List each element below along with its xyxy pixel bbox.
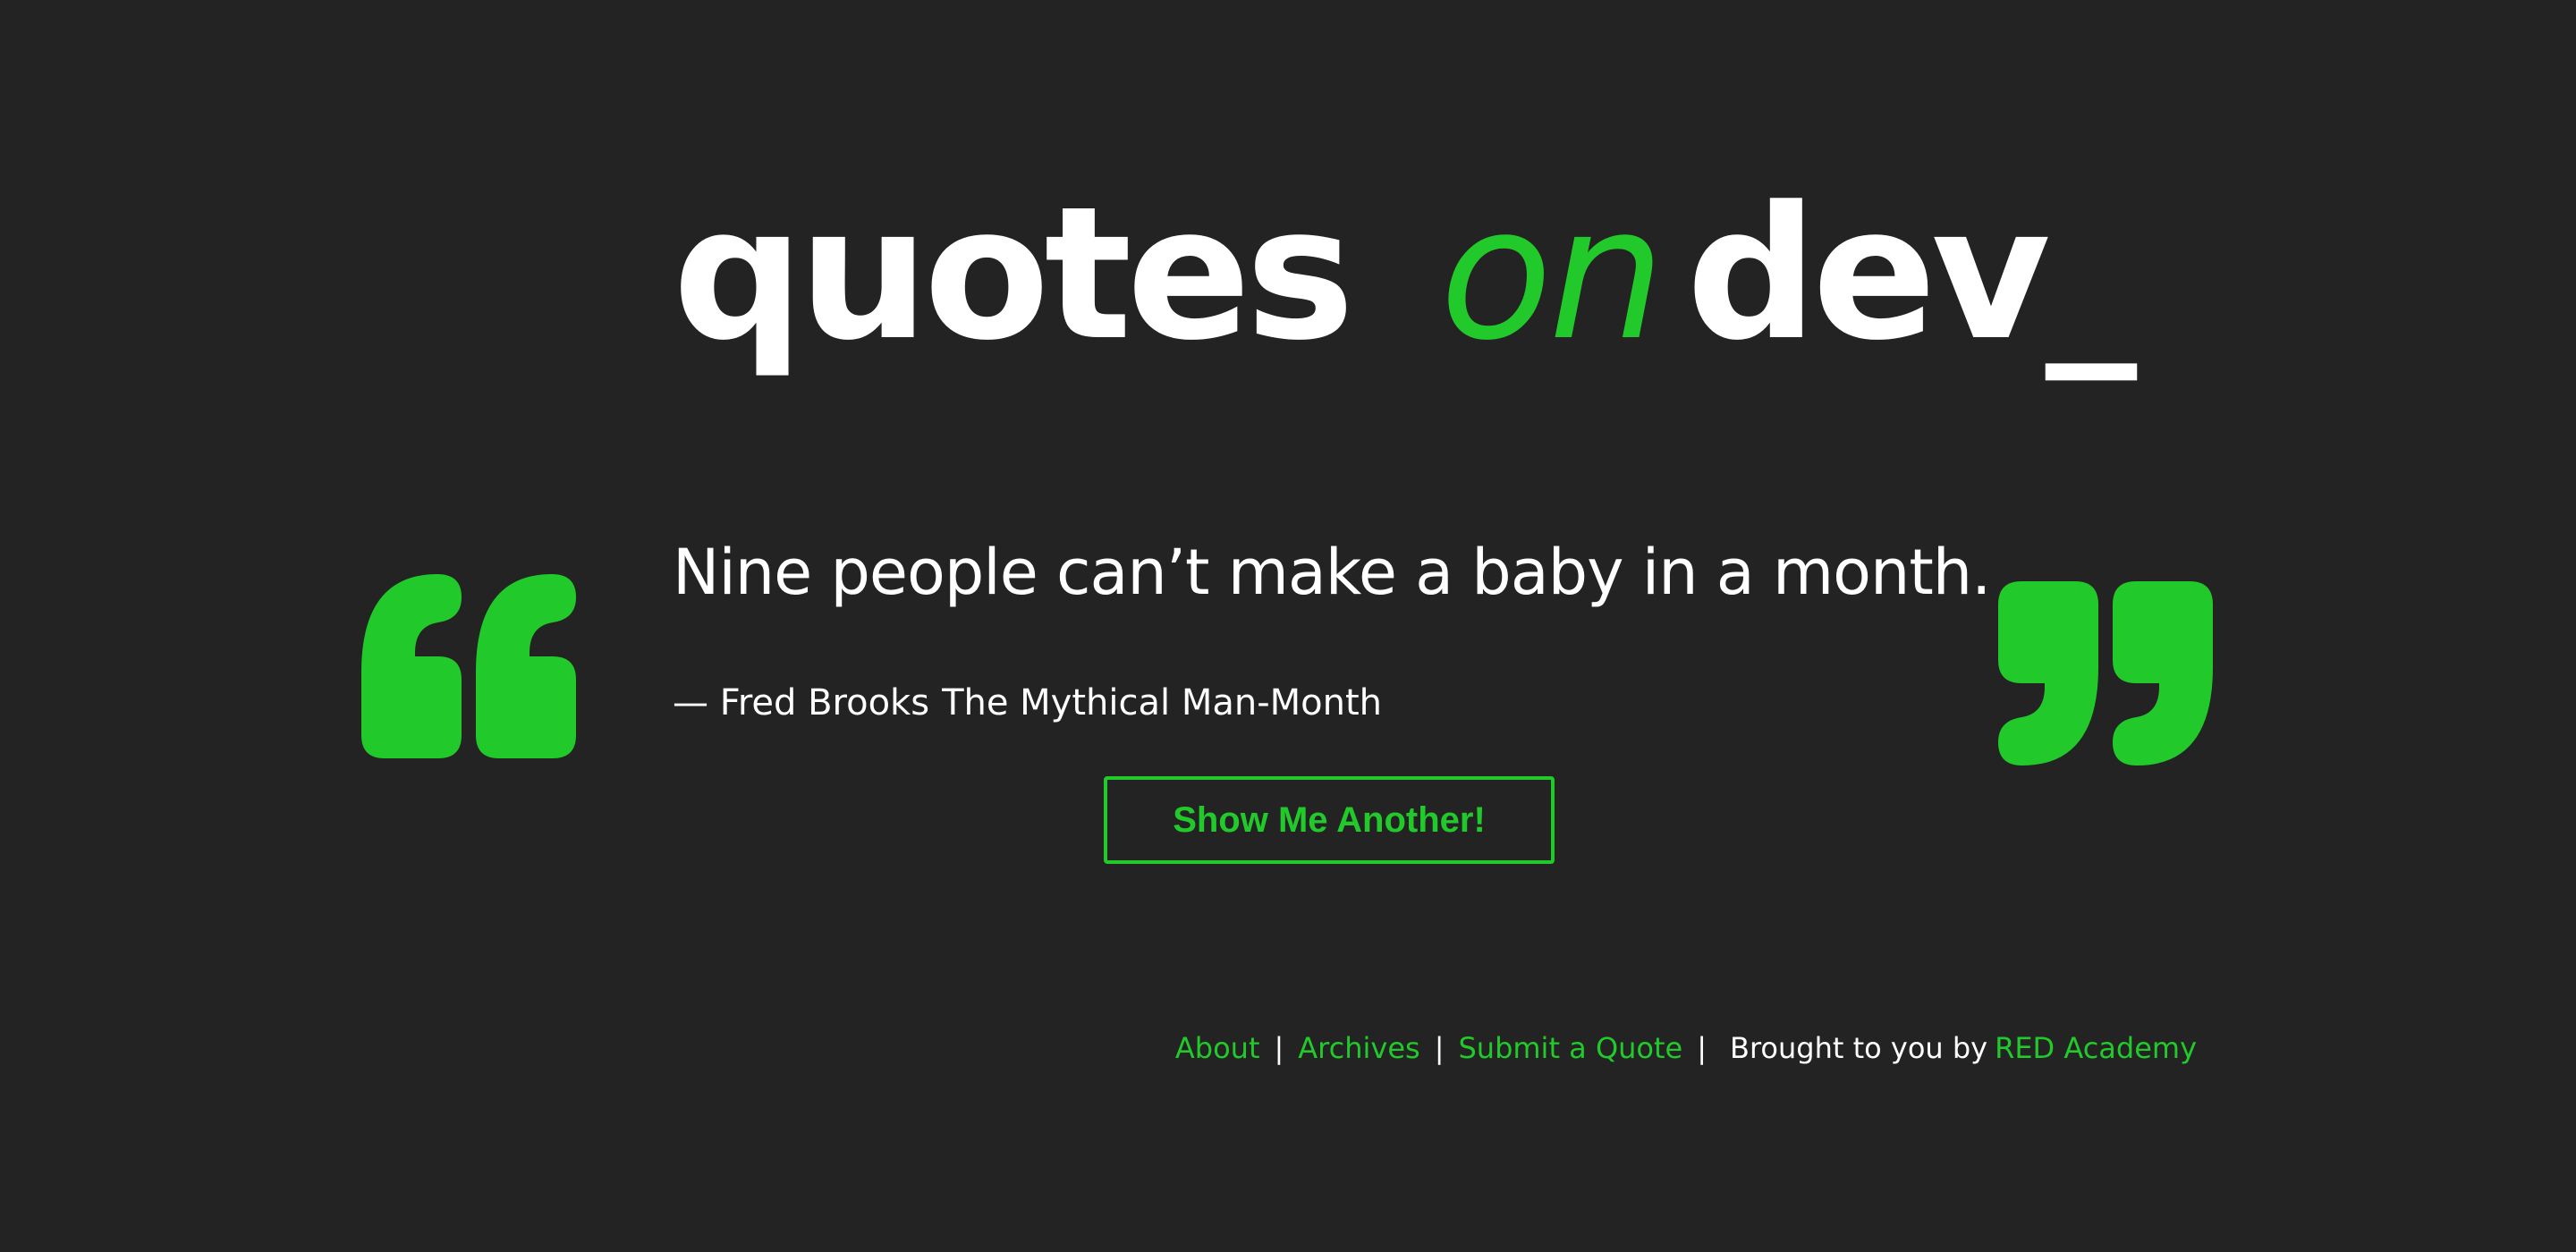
quote-text: Nine people can’t make a baby in a month… xyxy=(673,536,1991,609)
logo-cursor: _ xyxy=(2045,168,2138,381)
footer-link-archives[interactable]: Archives xyxy=(1298,1027,1419,1070)
footer-separator: | xyxy=(1697,1031,1707,1065)
footer-separator: | xyxy=(1274,1031,1284,1065)
logo-word-on: on xyxy=(1439,168,1665,381)
quote-author: — Fred Brooks xyxy=(673,682,930,723)
footer-link-about[interactable]: About xyxy=(1175,1027,1260,1070)
footer-credit: Brought to you by RED Academy xyxy=(1730,1027,2197,1070)
site-footer: About | Archives | Submit a Quote | Brou… xyxy=(1175,1027,2197,1070)
footer-link-submit-quote[interactable]: Submit a Quote xyxy=(1458,1027,1682,1070)
open-quote-icon xyxy=(361,574,576,762)
footer-separator: | xyxy=(1434,1031,1445,1065)
quote-attribution: — Fred Brooks The Mythical Man-Month xyxy=(673,678,1382,728)
site-logo[interactable]: quotes on dev_ xyxy=(673,183,2137,389)
logo-word-dev: dev xyxy=(1686,168,2050,381)
footer-credit-text: Brought to you by xyxy=(1730,1031,1988,1065)
close-quote-icon xyxy=(1998,578,2213,766)
logo-word-quotes: quotes xyxy=(673,168,1355,381)
footer-link-red-academy[interactable]: RED Academy xyxy=(1995,1031,2197,1065)
quote-source: The Mythical Man-Month xyxy=(942,682,1383,723)
show-another-button[interactable]: Show Me Another! xyxy=(1104,776,1555,864)
